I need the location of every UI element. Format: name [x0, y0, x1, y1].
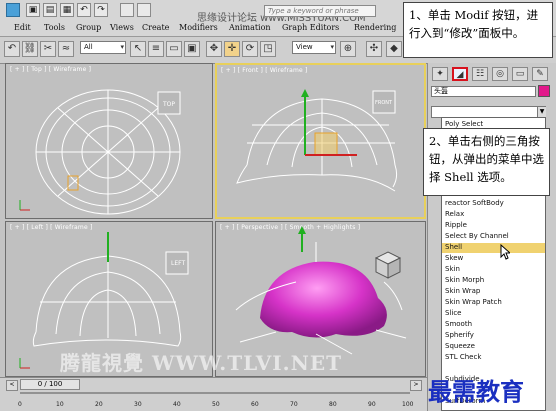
pivot-center-icon[interactable]: ⊕	[340, 41, 356, 57]
track-bar-ruler	[20, 392, 410, 394]
left-viewcube-label: LEFT	[171, 260, 185, 267]
callout-step-2-text: 2、单击右侧的三角按钮，从弹出的菜单中选择 Shell 选项。	[429, 134, 544, 184]
undo-icon[interactable]: ↶	[77, 3, 91, 17]
tick-label: 80	[329, 401, 337, 408]
modifier-item[interactable]: Poly Select	[445, 120, 483, 128]
menu-group[interactable]: Group	[76, 23, 101, 32]
menu-create[interactable]: Create	[142, 23, 169, 32]
undo-toolbar-icon[interactable]: ↶	[4, 41, 20, 57]
viewport-top[interactable]: [ + ] [ Top ] [ Wireframe ] TOP	[5, 63, 213, 219]
tlvi-watermark: 腾龍視覺 WWW.TLVI.NET	[60, 351, 343, 375]
select-manipulate-icon[interactable]: ✣	[366, 41, 382, 57]
prev-frame-icon[interactable]: <	[6, 380, 18, 391]
next-frame-icon[interactable]: >	[410, 380, 422, 391]
modifier-item[interactable]: Slice	[445, 309, 462, 317]
save-file-icon[interactable]: ▦	[60, 3, 74, 17]
redo-icon[interactable]: ↷	[94, 3, 108, 17]
tick-label: 10	[56, 401, 64, 408]
bind-space-warp-icon[interactable]: ≈	[58, 41, 74, 57]
tick-label: 50	[212, 401, 220, 408]
track-bar[interactable]: 0 10 20 30 40 50 60 70 80 90 100	[0, 391, 427, 411]
reference-coordinate-dropdown[interactable]: View	[292, 41, 336, 54]
utilities-tab-icon[interactable]: ✎	[532, 67, 548, 81]
tick-label: 100	[402, 401, 414, 408]
menu-modifiers[interactable]: Modifiers	[179, 23, 218, 32]
keyboard-shortcut-icon[interactable]: ◆	[386, 41, 402, 57]
modifier-item[interactable]: Smooth	[445, 320, 472, 328]
callout-step-2: 2、单击右侧的三角按钮，从弹出的菜单中选择 Shell 选项。	[423, 128, 550, 196]
hold-icon[interactable]	[120, 3, 134, 17]
select-rotate-icon[interactable]: ⟳	[242, 41, 258, 57]
viewport-front[interactable]: [ + ] [ Front ] [ Wireframe ] FRONT	[215, 63, 426, 219]
modify-tab-icon[interactable]: ◢	[452, 67, 468, 81]
tick-label: 30	[134, 401, 142, 408]
modifier-item[interactable]: reactor SoftBody	[445, 199, 504, 207]
3dsmax-window: ▣ ▤ ▦ ↶ ↷ 思缘设计论坛 www.MISSYUAN.COM Type a…	[0, 0, 556, 411]
modifier-list-arrow-icon[interactable]: ▼	[537, 107, 546, 117]
tick-label: 90	[368, 401, 376, 408]
menu-animation[interactable]: Animation	[229, 23, 271, 32]
brand-watermark: 最需教育	[428, 377, 524, 406]
search-input[interactable]: Type a keyword or phrase	[264, 5, 376, 17]
menu-tools[interactable]: Tools	[44, 23, 65, 32]
tick-label: 40	[173, 401, 181, 408]
menu-graph-editors[interactable]: Graph Editors	[282, 23, 339, 32]
menu-views[interactable]: Views	[110, 23, 134, 32]
modifier-item[interactable]: Skin Wrap	[445, 287, 480, 295]
selection-filter-dropdown[interactable]: All	[80, 41, 126, 54]
modifier-item-shell[interactable]: Shell	[445, 243, 462, 251]
object-name-field[interactable]: 头盔	[431, 86, 536, 97]
tick-label: 20	[95, 401, 103, 408]
select-move-active-icon[interactable]: ✛	[224, 41, 240, 57]
select-object-icon[interactable]: ↖	[130, 41, 146, 57]
modifier-item[interactable]: Ripple	[445, 221, 467, 229]
modifier-item[interactable]: Skin	[445, 265, 460, 273]
front-view-wireframe: FRONT	[236, 89, 398, 192]
modifier-item[interactable]: Skew	[445, 254, 463, 262]
display-tab-icon[interactable]: ▭	[512, 67, 528, 81]
open-file-icon[interactable]: ▤	[43, 3, 57, 17]
callout-step-1-text: 1、单击 Modif 按钮，进行入到“修改”面板中。	[409, 8, 539, 40]
modifier-item[interactable]: Select By Channel	[445, 232, 509, 240]
new-file-icon[interactable]: ▣	[26, 3, 40, 17]
frame-counter[interactable]: 0 / 100	[20, 379, 80, 390]
window-crossing-icon[interactable]: ▣	[184, 41, 200, 57]
link-icon[interactable]: ⛓	[22, 41, 38, 57]
motion-tab-icon[interactable]: ◎	[492, 67, 508, 81]
unlink-icon[interactable]: ✂	[40, 41, 56, 57]
modifier-item[interactable]: Squeeze	[445, 342, 475, 350]
tick-label: 70	[290, 401, 298, 408]
select-by-name-icon[interactable]: ≡	[148, 41, 164, 57]
time-slider[interactable]: < 0 / 100 >	[0, 377, 427, 392]
create-tab-icon[interactable]: ✦	[432, 67, 448, 81]
callout-step-1: 1、单击 Modif 按钮，进行入到“修改”面板中。	[403, 2, 553, 58]
fetch-icon[interactable]	[137, 3, 151, 17]
menu-edit[interactable]: Edit	[14, 23, 31, 32]
modifier-item[interactable]: Spherify	[445, 331, 474, 339]
mouse-cursor-icon	[500, 244, 510, 260]
modifier-item[interactable]: Relax	[445, 210, 464, 218]
hierarchy-tab-icon[interactable]: ☷	[472, 67, 488, 81]
modifier-item[interactable]: STL Check	[445, 353, 481, 361]
top-view-wireframe: TOP	[19, 89, 181, 215]
app-logo-icon[interactable]	[6, 3, 20, 17]
modifier-item[interactable]: Skin Wrap Patch	[445, 298, 502, 306]
rectangle-selection-icon[interactable]: ▭	[166, 41, 182, 57]
object-color-swatch[interactable]	[538, 85, 550, 97]
tick-label: 0	[18, 401, 22, 408]
menu-rendering[interactable]: Rendering	[354, 23, 396, 32]
front-viewcube-label: FRONT	[375, 100, 393, 106]
select-move-icon[interactable]: ✥	[206, 41, 222, 57]
modifier-item[interactable]: Skin Morph	[445, 276, 484, 284]
select-scale-icon[interactable]: ◳	[260, 41, 276, 57]
tick-label: 60	[251, 401, 259, 408]
top-viewcube-label: TOP	[162, 101, 175, 108]
